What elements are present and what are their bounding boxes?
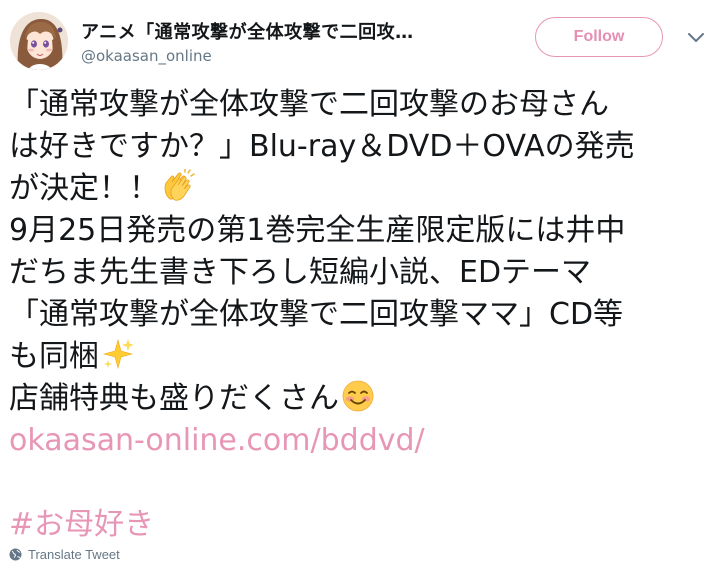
avatar[interactable] xyxy=(10,12,68,70)
display-name[interactable]: アニメ「通常攻撃が全体攻撃で二回攻… xyxy=(81,18,491,44)
tweet-text: 「通常攻撃が全体攻撃で二回攻撃のお母さん は好きですか？」Blu-ray＆DVD… xyxy=(9,84,709,546)
tweet-line: だちま先生書き下ろし短編小説、EDテーマ xyxy=(9,255,592,290)
tweet-header: アニメ「通常攻撃が全体攻撃で二回攻… @okaasan_online Follo… xyxy=(10,12,710,72)
tweet-line-with-emoji: が決定！！ xyxy=(9,168,709,210)
tweet-line-text: 店舗特典も盛りだくさん xyxy=(9,381,339,416)
clapping-hands-emoji xyxy=(161,169,195,203)
tweet-line-text: が決定！！ xyxy=(9,171,159,206)
tweet-line-with-emoji: も同梱 xyxy=(9,336,709,378)
hashtag-link[interactable]: #お母好き xyxy=(9,507,154,542)
tweet-link[interactable]: okaasan-online.com/bddvd/ xyxy=(9,423,425,458)
follow-button[interactable]: Follow xyxy=(535,17,663,57)
translate-tweet-button[interactable]: Translate Tweet xyxy=(9,545,120,563)
tweet-line-with-emoji: 店舗特典も盛りだくさん xyxy=(9,378,709,420)
hashtag-line: #お母好き xyxy=(9,504,709,546)
tweet-line: 「通常攻撃が全体攻撃で二回攻撃ママ」CD等 xyxy=(9,297,624,332)
tweet-line: 9月25日発売の第1巻完全生産限定版には井中 xyxy=(9,213,626,248)
avatar-image xyxy=(10,12,68,70)
globe-icon xyxy=(9,548,22,561)
smiling-face-emoji xyxy=(341,379,375,413)
tweet-card: アニメ「通常攻撃が全体攻撃で二回攻… @okaasan_online Follo… xyxy=(0,0,716,568)
tweet-link-line: okaasan-online.com/bddvd/ xyxy=(9,420,709,462)
sparkles-emoji xyxy=(101,337,135,371)
username[interactable]: @okaasan_online xyxy=(81,47,212,65)
tweet-line-text: も同梱 xyxy=(9,339,99,374)
chevron-down-icon[interactable] xyxy=(686,30,706,46)
tweet-line: は好きですか？」Blu-ray＆DVD＋OVAの発売 xyxy=(9,129,635,164)
translate-tweet-label: Translate Tweet xyxy=(28,546,120,562)
tweet-line: 「通常攻撃が全体攻撃で二回攻撃のお母さん xyxy=(9,87,609,122)
